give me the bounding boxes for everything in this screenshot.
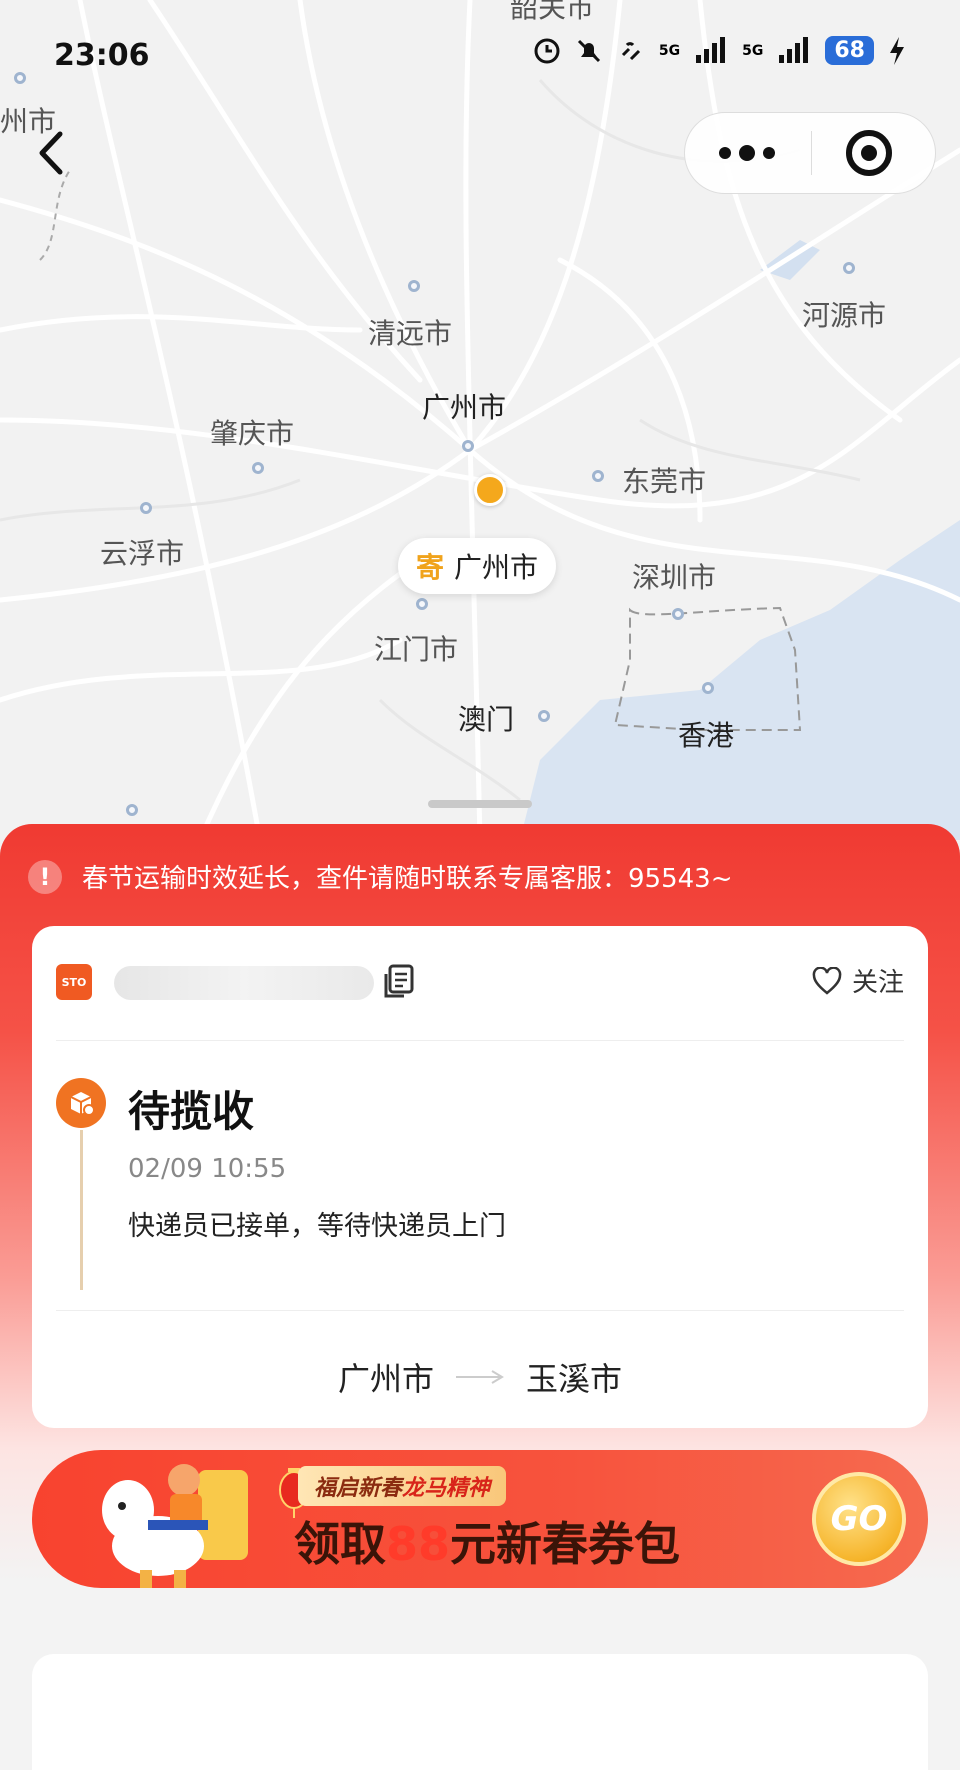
city-marker [592, 470, 604, 482]
city-label-yunfu: 云浮市 [100, 537, 185, 570]
city-marker [252, 462, 264, 474]
close-target-icon[interactable] [813, 113, 937, 193]
holiday-notice[interactable]: ! 春节运输时效延长，查件请随时联系专属客服：95543~ [28, 858, 733, 895]
battery-level: 68 [825, 36, 874, 65]
city-marker [843, 262, 855, 274]
status-bar-icons: 5G 5G 68 [533, 36, 906, 65]
package-status-icon [56, 1078, 106, 1128]
promo-banner[interactable]: 福启新春龙马精神 领取88元新春券包 GO [32, 1450, 928, 1588]
shipment-sheet: ! 春节运输时效延长，查件请随时联系专属客服：95543~ STO 关注 待揽收… [0, 824, 960, 1770]
promo-headline-post: 元新春券包 [450, 1517, 681, 1571]
city-marker [14, 72, 26, 84]
city-label-guangzhou: 广州市 [422, 391, 507, 424]
network-label-1: 5G [658, 42, 681, 59]
origin-city: 广州市 [454, 551, 539, 584]
city-marker [462, 440, 474, 452]
city-label-shaoguan: 韶关市 [510, 0, 595, 24]
city-marker [702, 682, 714, 694]
status-description: 快递员已接单，等待快递员上门 [128, 1211, 506, 1242]
route-destination: 玉溪市 [526, 1360, 623, 1398]
shipment-status: 待揽收 [128, 1087, 255, 1136]
divider [56, 1040, 904, 1041]
follow-label: 关注 [851, 968, 904, 998]
back-chevron-icon[interactable] [32, 128, 72, 178]
arrow-right-icon [456, 1370, 504, 1384]
city-marker [126, 804, 138, 816]
origin-tag: 寄 [416, 551, 445, 584]
city-label-shenzhen: 深圳市 [632, 561, 717, 594]
city-label-macau: 澳门 [458, 703, 515, 736]
link-icon [621, 41, 640, 60]
horse-mascot-icon [102, 1464, 248, 1588]
promo-headline: 领取88元新春券包 [294, 1508, 680, 1574]
charging-icon [890, 36, 904, 65]
promo-tag-highlight: 龙马精神 [402, 1476, 491, 1501]
promo-headline-amount: 88 [386, 1517, 451, 1571]
carrier-logo: STO [56, 964, 92, 1000]
city-marker [672, 608, 684, 620]
city-label-qingyuan: 清远市 [368, 317, 453, 350]
city-marker [408, 280, 420, 292]
city-label-zhaoqing: 肇庆市 [210, 417, 295, 450]
city-marker [538, 710, 550, 722]
promo-tag: 福启新春龙马精神 [298, 1466, 507, 1506]
promo-headline-pre: 领取 [294, 1517, 386, 1571]
heart-icon [812, 966, 842, 995]
city-marker [416, 598, 428, 610]
status-timestamp: 02/09 10:55 [128, 1154, 287, 1184]
sheet-drag-handle[interactable] [428, 800, 532, 808]
notice-text: 春节运输时效延长，查件请随时联系专属客服：95543~ [82, 864, 733, 894]
tracking-number-redacted [114, 966, 374, 1000]
details-card [32, 1654, 928, 1770]
origin-location-marker[interactable] [474, 474, 506, 506]
capsule-divider [811, 131, 812, 175]
map-view[interactable]: 州市 韶关市 清远市 河源市 广州市 肇庆市 云浮市 东莞市 深圳市 江门市 澳… [0, 0, 960, 840]
origin-pin-label[interactable]: 寄广州市 [398, 538, 557, 594]
city-label-hongkong: 香港 [678, 719, 735, 752]
route-origin: 广州市 [337, 1360, 434, 1398]
divider [56, 1310, 904, 1311]
more-dots-icon[interactable] [685, 113, 809, 193]
signal-icon [696, 36, 726, 63]
alert-icon: ! [28, 859, 62, 894]
city-marker [140, 502, 152, 514]
mini-program-capsule [684, 112, 936, 194]
city-label-jiangmen: 江门市 [374, 633, 459, 666]
city-label-dongguan: 东莞市 [622, 465, 707, 498]
route-summary: 广州市 玉溪市 [32, 1354, 928, 1400]
go-button[interactable]: GO [812, 1472, 906, 1566]
status-bar-time: 23:06 [54, 38, 150, 73]
mute-bell-icon [577, 39, 600, 62]
network-label-2: 5G [742, 42, 764, 59]
timeline-line [80, 1130, 83, 1290]
follow-button[interactable]: 关注 [812, 962, 904, 999]
alarm-icon [534, 38, 560, 63]
copy-icon[interactable] [382, 964, 414, 1000]
shipment-card: STO 关注 待揽收 02/09 10:55 快递员已接单，等待快递员上门 广州… [32, 926, 928, 1428]
signal-icon-2 [779, 36, 809, 63]
promo-tag-prefix: 福启新春 [314, 1476, 403, 1501]
city-label-heyuan: 河源市 [802, 299, 887, 332]
